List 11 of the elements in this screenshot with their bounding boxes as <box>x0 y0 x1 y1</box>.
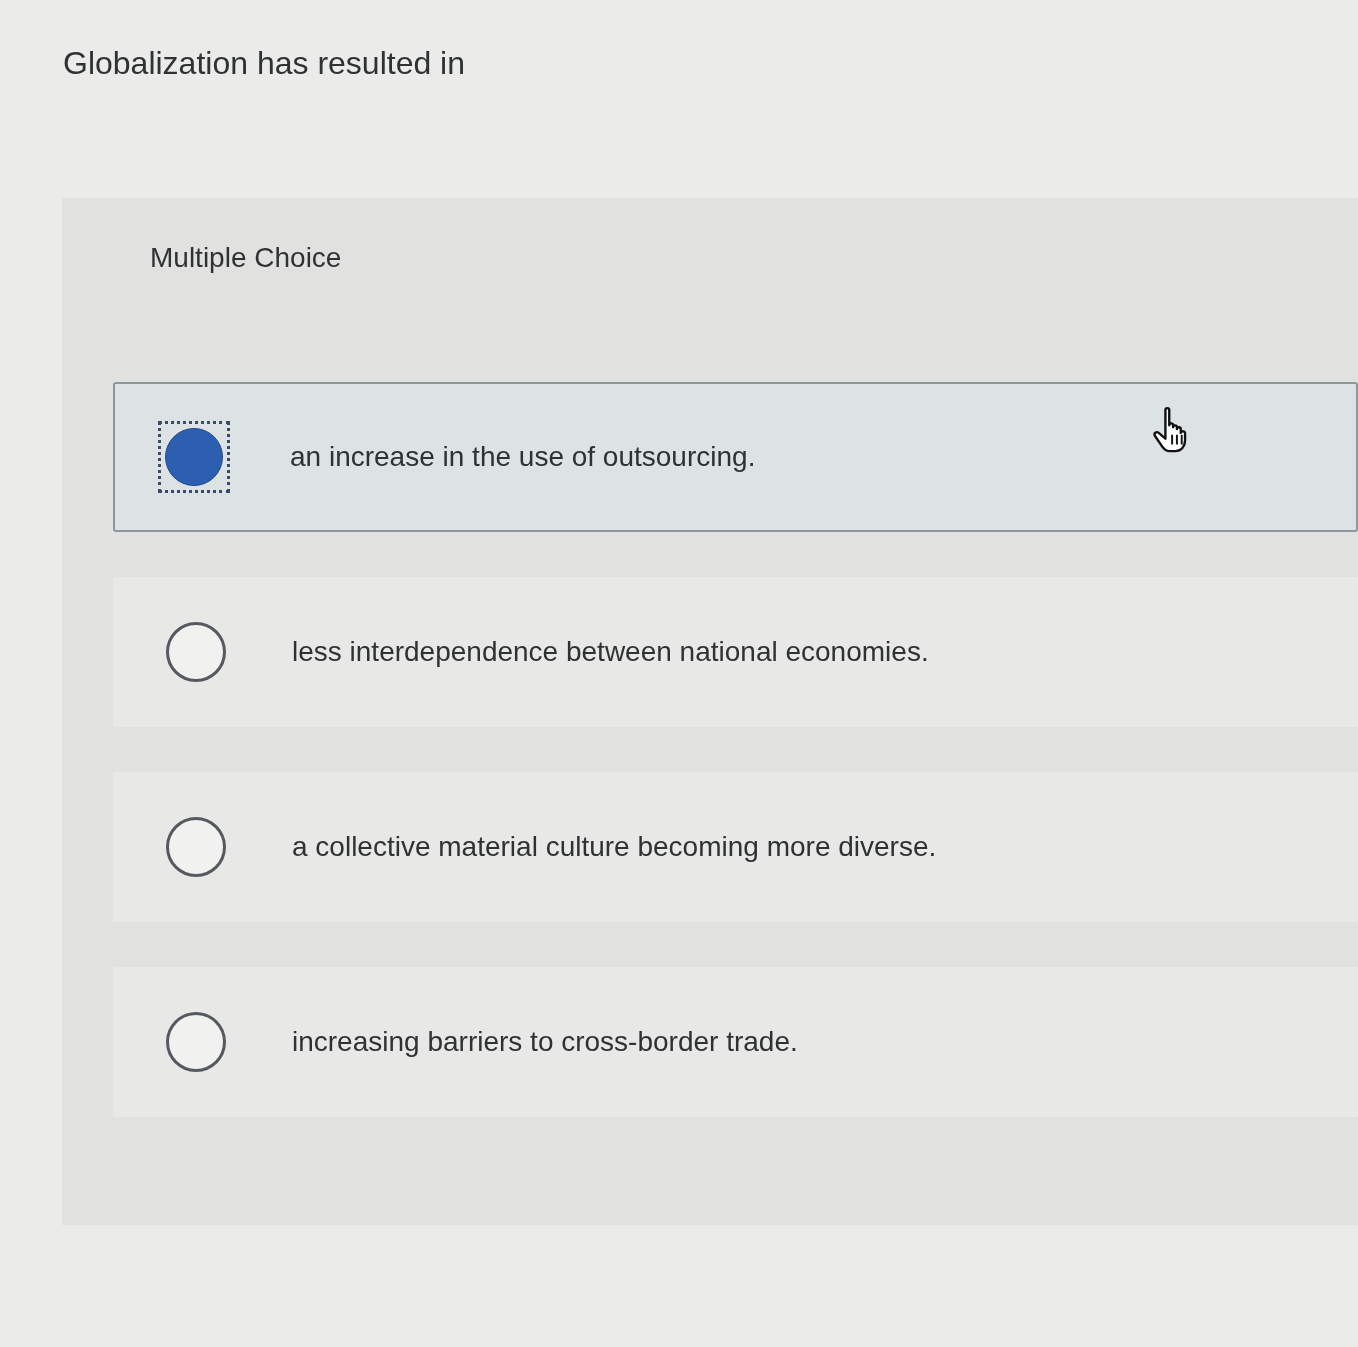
question-type-label: Multiple Choice <box>150 241 342 275</box>
answer-option[interactable]: a collective material culture becoming more diverse. <box>113 772 1358 922</box>
answer-option[interactable]: less interdependence between national economies. <box>113 577 1358 727</box>
option-text: an increase in the use of outsourcing. <box>290 440 756 474</box>
question-title: Globalization has resulted in <box>63 44 465 83</box>
answer-option[interactable]: increasing barriers to cross-border trade. <box>113 967 1358 1117</box>
radio-button[interactable] <box>158 421 230 493</box>
option-text: a collective material culture becoming more diverse. <box>292 830 937 864</box>
option-text: less interdependence between national economies. <box>292 635 929 669</box>
answer-option[interactable]: an increase in the use of outsourcing. <box>113 382 1358 532</box>
option-text: increasing barriers to cross-border trade. <box>292 1025 798 1059</box>
